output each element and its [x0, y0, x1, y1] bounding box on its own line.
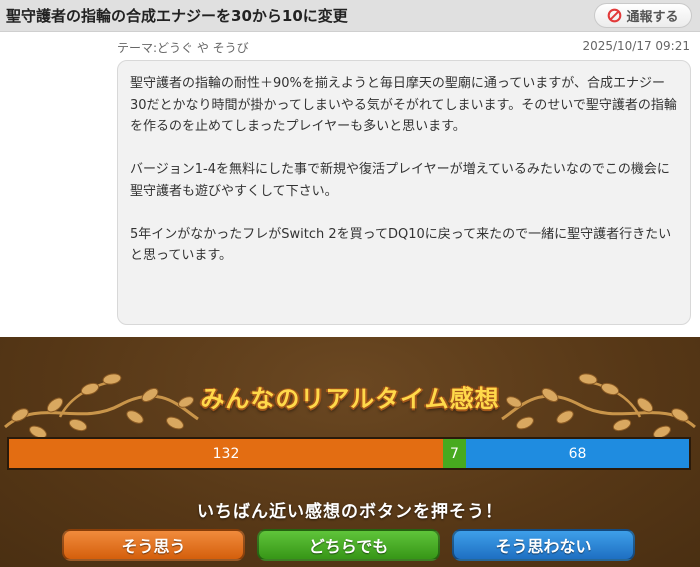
result-agree-segment: 132	[9, 439, 443, 468]
realtime-poll-panel: みんなのリアルタイム感想 132 7 68 いちばん近い感想のボタンを押そう！ …	[0, 337, 700, 567]
result-neutral-segment: 7	[443, 439, 466, 468]
prohibited-icon	[607, 8, 622, 23]
poll-heading: みんなのリアルタイム感想	[200, 385, 500, 413]
post-paragraph-3: 5年インがなかったフレがSwitch 2を買ってDQ10に戻って来たので一緒に聖…	[130, 226, 672, 264]
report-button-label: 通報する	[626, 10, 679, 25]
post-paragraph-2: バージョン1-4を無料にした事で新規や復活プレイヤーが増えているみたいなのでこの…	[130, 162, 670, 199]
report-button[interactable]: 通報する	[594, 3, 692, 28]
post-body: 聖守護者の指輪の耐性＋90%を揃えようと毎日摩天の聖廟に通っていますが、合成エナ…	[117, 60, 691, 325]
agree-button[interactable]: そう思う	[62, 529, 245, 561]
poll-prompt: いちばん近い感想のボタンを押そう！	[197, 502, 503, 522]
disagree-button[interactable]: そう思わない	[452, 529, 635, 561]
theme-label: テーマ:どうぐ や そうび	[117, 41, 249, 55]
post-title: 聖守護者の指輪の合成エナジーを30から10に変更	[6, 7, 348, 25]
post-timestamp: 2025/10/17 09:21	[582, 39, 690, 53]
neutral-button[interactable]: どちらでも	[257, 529, 440, 561]
poll-result-bar: 132 7 68	[7, 437, 691, 470]
post-paragraph-1: 聖守護者の指輪の耐性＋90%を揃えようと毎日摩天の聖廟に通っていますが、合成エナ…	[130, 76, 677, 134]
post-title-bar: 聖守護者の指輪の合成エナジーを30から10に変更 通報する	[0, 0, 700, 32]
result-disagree-segment: 68	[466, 439, 689, 468]
post-meta: テーマ:どうぐ や そうび 2025/10/17 09:21	[0, 38, 700, 56]
